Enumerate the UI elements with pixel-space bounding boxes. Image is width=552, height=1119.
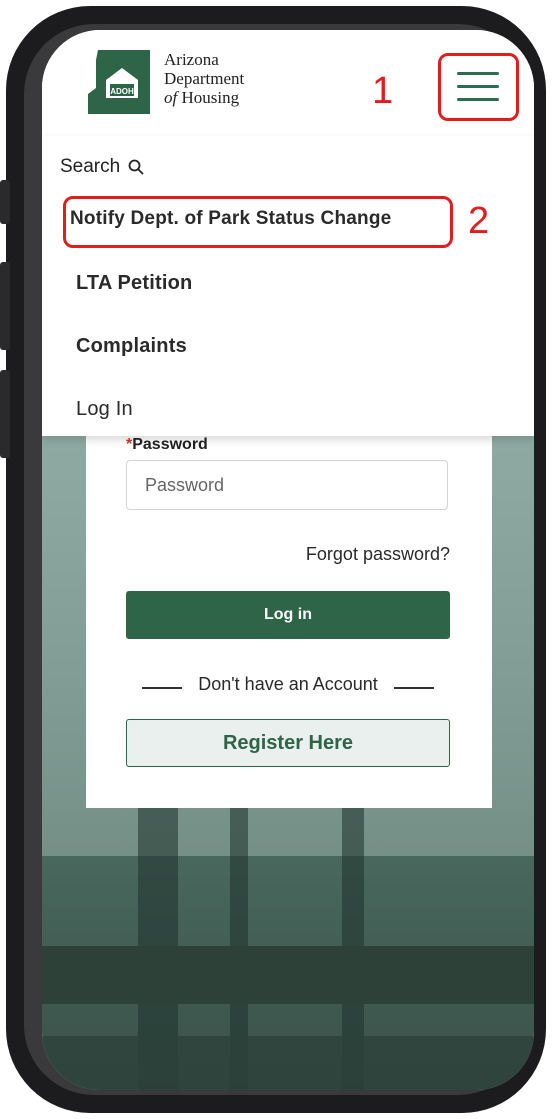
logo-wordmark[interactable]: Arizona Department of Housing xyxy=(164,50,244,107)
building-ledge xyxy=(42,946,534,1004)
menu-item-complaints[interactable]: Complaints xyxy=(76,335,187,358)
annotation-box-hamburger xyxy=(438,53,519,121)
svg-text:ADOH: ADOH xyxy=(110,87,134,96)
annotation-number-1: 1 xyxy=(372,70,394,112)
nav-dropdown-menu: Search Notify Dept. of Park Status Chang… xyxy=(42,136,534,436)
phone-volume-up xyxy=(0,262,10,350)
login-card: *Password Password Forgot password? Log … xyxy=(86,436,492,808)
annotation-box-notify-item xyxy=(63,196,453,248)
password-input[interactable]: Password xyxy=(126,460,448,510)
login-button[interactable]: Log in xyxy=(126,591,450,639)
building-ledge xyxy=(42,1036,534,1090)
adoh-logo-icon[interactable]: ADOH xyxy=(88,50,156,114)
divider-line-right xyxy=(394,687,434,689)
annotation-number-2: 2 xyxy=(468,200,490,242)
phone-mute-switch xyxy=(0,180,10,224)
menu-item-log-in[interactable]: Log In xyxy=(76,398,133,421)
search-icon xyxy=(128,159,144,175)
password-label: *Password xyxy=(126,436,208,453)
phone-screen: *Password Password Forgot password? Log … xyxy=(42,30,534,1090)
phone-volume-down xyxy=(0,370,10,458)
register-button[interactable]: Register Here xyxy=(126,719,450,767)
menu-item-lta-petition[interactable]: LTA Petition xyxy=(76,272,192,295)
no-account-divider-text: Don't have an Account xyxy=(198,674,378,694)
search-link[interactable]: Search xyxy=(60,156,144,178)
forgot-password-link[interactable]: Forgot password? xyxy=(306,544,450,565)
